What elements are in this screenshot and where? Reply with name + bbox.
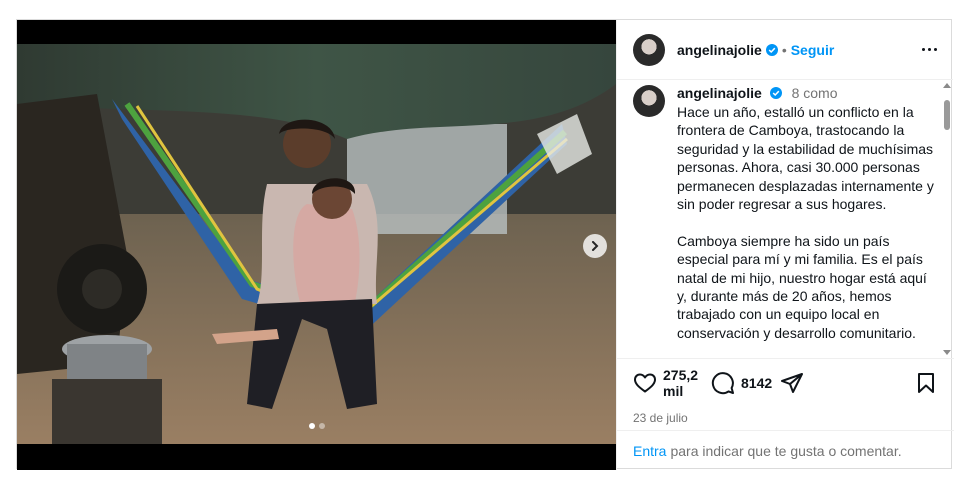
caption-username[interactable]: angelinajolie <box>677 85 762 101</box>
carousel-dot-active <box>308 423 315 429</box>
post-actions: 275,2 mil 8142 23 de julio <box>617 358 954 425</box>
separator: • <box>781 41 787 58</box>
more-options-icon[interactable] <box>922 42 937 57</box>
avatar[interactable] <box>633 33 665 66</box>
post-header: angelinajolie • Seguir <box>617 20 953 80</box>
caption-timestamp[interactable]: 8 como <box>792 85 838 101</box>
carousel-next-button[interactable] <box>583 234 607 258</box>
comment-count[interactable]: 8142 <box>741 375 772 391</box>
chevron-right-icon <box>592 241 599 251</box>
login-to-comment-bar: Entra para indicar que te gusta o coment… <box>617 430 954 470</box>
login-link[interactable]: Entra <box>633 443 666 459</box>
login-prompt-text: para indicar que te gusta o comentar. <box>670 442 902 459</box>
heart-icon <box>634 373 656 393</box>
share-button[interactable] <box>780 371 804 395</box>
action-row: 275,2 mil 8142 <box>633 367 938 399</box>
post-date[interactable]: 23 de julio <box>633 411 938 425</box>
scroll-up-arrow-icon[interactable] <box>943 83 951 88</box>
save-button[interactable] <box>914 371 938 395</box>
like-button[interactable]: 275,2 mil <box>633 367 701 399</box>
caption-text: Hace un año, estalló un conflicto en la … <box>677 104 934 341</box>
verified-badge-icon <box>765 43 778 56</box>
post-side-panel: angelinajolie • Seguir angelinajolie 8 c… <box>616 20 954 470</box>
bookmark-icon <box>918 373 934 393</box>
caption-scrollbar[interactable] <box>943 83 951 355</box>
like-count[interactable]: 275,2 mil <box>663 367 701 399</box>
caption-scroll-area[interactable]: angelinajolie 8 como Hace un año, estall… <box>617 81 954 358</box>
scroll-down-arrow-icon[interactable] <box>943 350 951 355</box>
caption: angelinajolie 8 como Hace un año, estall… <box>617 81 954 342</box>
comment-button[interactable]: 8142 <box>711 371 772 395</box>
paper-plane-icon <box>781 373 804 393</box>
carousel-indicator <box>17 423 616 429</box>
header-username[interactable]: angelinajolie <box>677 42 762 58</box>
verified-badge-icon <box>769 87 782 99</box>
caption-avatar[interactable] <box>633 85 665 117</box>
scroll-thumb[interactable] <box>944 100 950 130</box>
carousel-dot <box>318 423 325 429</box>
comment-bubble-icon <box>711 372 734 395</box>
post-media[interactable] <box>17 20 616 470</box>
caption-header: angelinajolie 8 como <box>677 84 937 102</box>
follow-button[interactable]: Seguir <box>791 42 835 58</box>
instagram-post: angelinajolie • Seguir angelinajolie 8 c… <box>16 19 954 470</box>
post-photo <box>17 44 616 444</box>
caption-body: angelinajolie 8 como Hace un año, estall… <box>677 84 937 342</box>
